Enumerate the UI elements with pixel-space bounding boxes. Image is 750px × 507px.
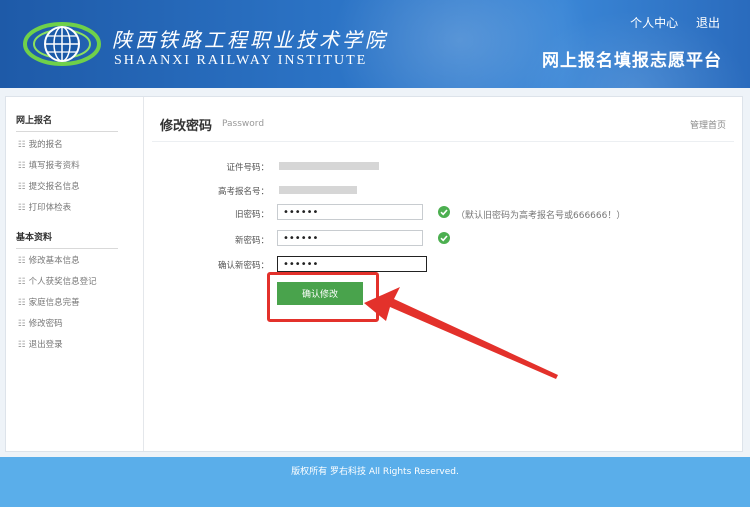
copyright-text: 版权所有 罗右科技 All Rights Reserved. [291, 467, 459, 477]
content-area: 修改密码 Password 管理首页 证件号码： 高考报名号： 旧密码： （默认… [144, 97, 742, 451]
sidebar-item-sign-out[interactable]: ☷ 退出登录 [18, 338, 63, 350]
brand-chinese-name: 陕西铁路工程职业技术学院 [112, 28, 388, 52]
list-icon: ☷ [18, 182, 26, 192]
annotation-arrow-icon [364, 287, 558, 379]
sidebar: 网上报名 ☷ 我的报名 ☷ 填写报考资料 ☷ 提交报名信息 ☷ 打印体检表 基本资料 ☷… [6, 97, 144, 451]
old-password-hint: （默认旧密码为高考报名号或666666！） [456, 211, 626, 221]
page-subtitle: Password [222, 119, 265, 129]
confirm-password-label: 确认新密码： [217, 261, 269, 271]
site-header: 陕西铁路工程职业技术学院 SHAANXI RAILWAY INSTITUTE 个… [0, 0, 750, 88]
globe-logo-icon [23, 22, 101, 66]
new-password-label: 新密码： [234, 236, 269, 246]
confirm-password-input[interactable] [277, 256, 427, 272]
id-number-label: 证件号码： [226, 163, 269, 173]
exam-number-value-redacted [279, 186, 357, 194]
sidebar-section-title-basic: 基本资料 [16, 230, 118, 249]
divider [152, 141, 734, 142]
sidebar-item-awards[interactable]: ☷ 个人获奖信息登记 [18, 275, 97, 287]
list-icon: ☷ [18, 161, 26, 171]
sidebar-item-change-password[interactable]: ☷ 修改密码 [18, 317, 63, 329]
list-icon: ☷ [18, 277, 26, 287]
sidebar-item-print-form[interactable]: ☷ 打印体检表 [18, 201, 71, 213]
list-icon: ☷ [18, 203, 26, 213]
new-password-input[interactable] [277, 230, 423, 246]
id-number-value-redacted [279, 162, 379, 170]
sidebar-item-edit-basic-info[interactable]: ☷ 修改基本信息 [18, 254, 80, 266]
exam-number-label: 高考报名号： [217, 187, 269, 197]
site-footer: 版权所有 罗右科技 All Rights Reserved. [0, 457, 750, 507]
sidebar-item-fill-info[interactable]: ☷ 填写报考资料 [18, 159, 80, 171]
list-icon: ☷ [18, 256, 26, 266]
list-icon: ☷ [18, 340, 26, 350]
list-icon: ☷ [18, 140, 26, 150]
check-circle-icon [438, 206, 450, 218]
check-circle-icon [438, 232, 450, 244]
user-center-link[interactable]: 个人中心 [630, 16, 678, 30]
old-password-label: 旧密码： [234, 210, 269, 220]
list-icon: ☷ [18, 319, 26, 329]
logout-link[interactable]: 退出 [696, 16, 720, 30]
sidebar-item-family-info[interactable]: ☷ 家庭信息完善 [18, 296, 80, 308]
page-title: 修改密码 [160, 119, 213, 134]
old-password-input[interactable] [277, 204, 423, 220]
admin-home-link[interactable]: 管理首页 [690, 118, 726, 131]
sidebar-section-title-registration: 网上报名 [16, 113, 118, 132]
brand-english-name: SHAANXI RAILWAY INSTITUTE [114, 53, 368, 68]
sidebar-item-submit-info[interactable]: ☷ 提交报名信息 [18, 180, 80, 192]
top-nav: 个人中心 退出 [616, 14, 720, 31]
list-icon: ☷ [18, 298, 26, 308]
sidebar-item-my-registration[interactable]: ☷ 我的报名 [18, 138, 63, 150]
platform-title: 网上报名填报志愿平台 [542, 51, 722, 71]
